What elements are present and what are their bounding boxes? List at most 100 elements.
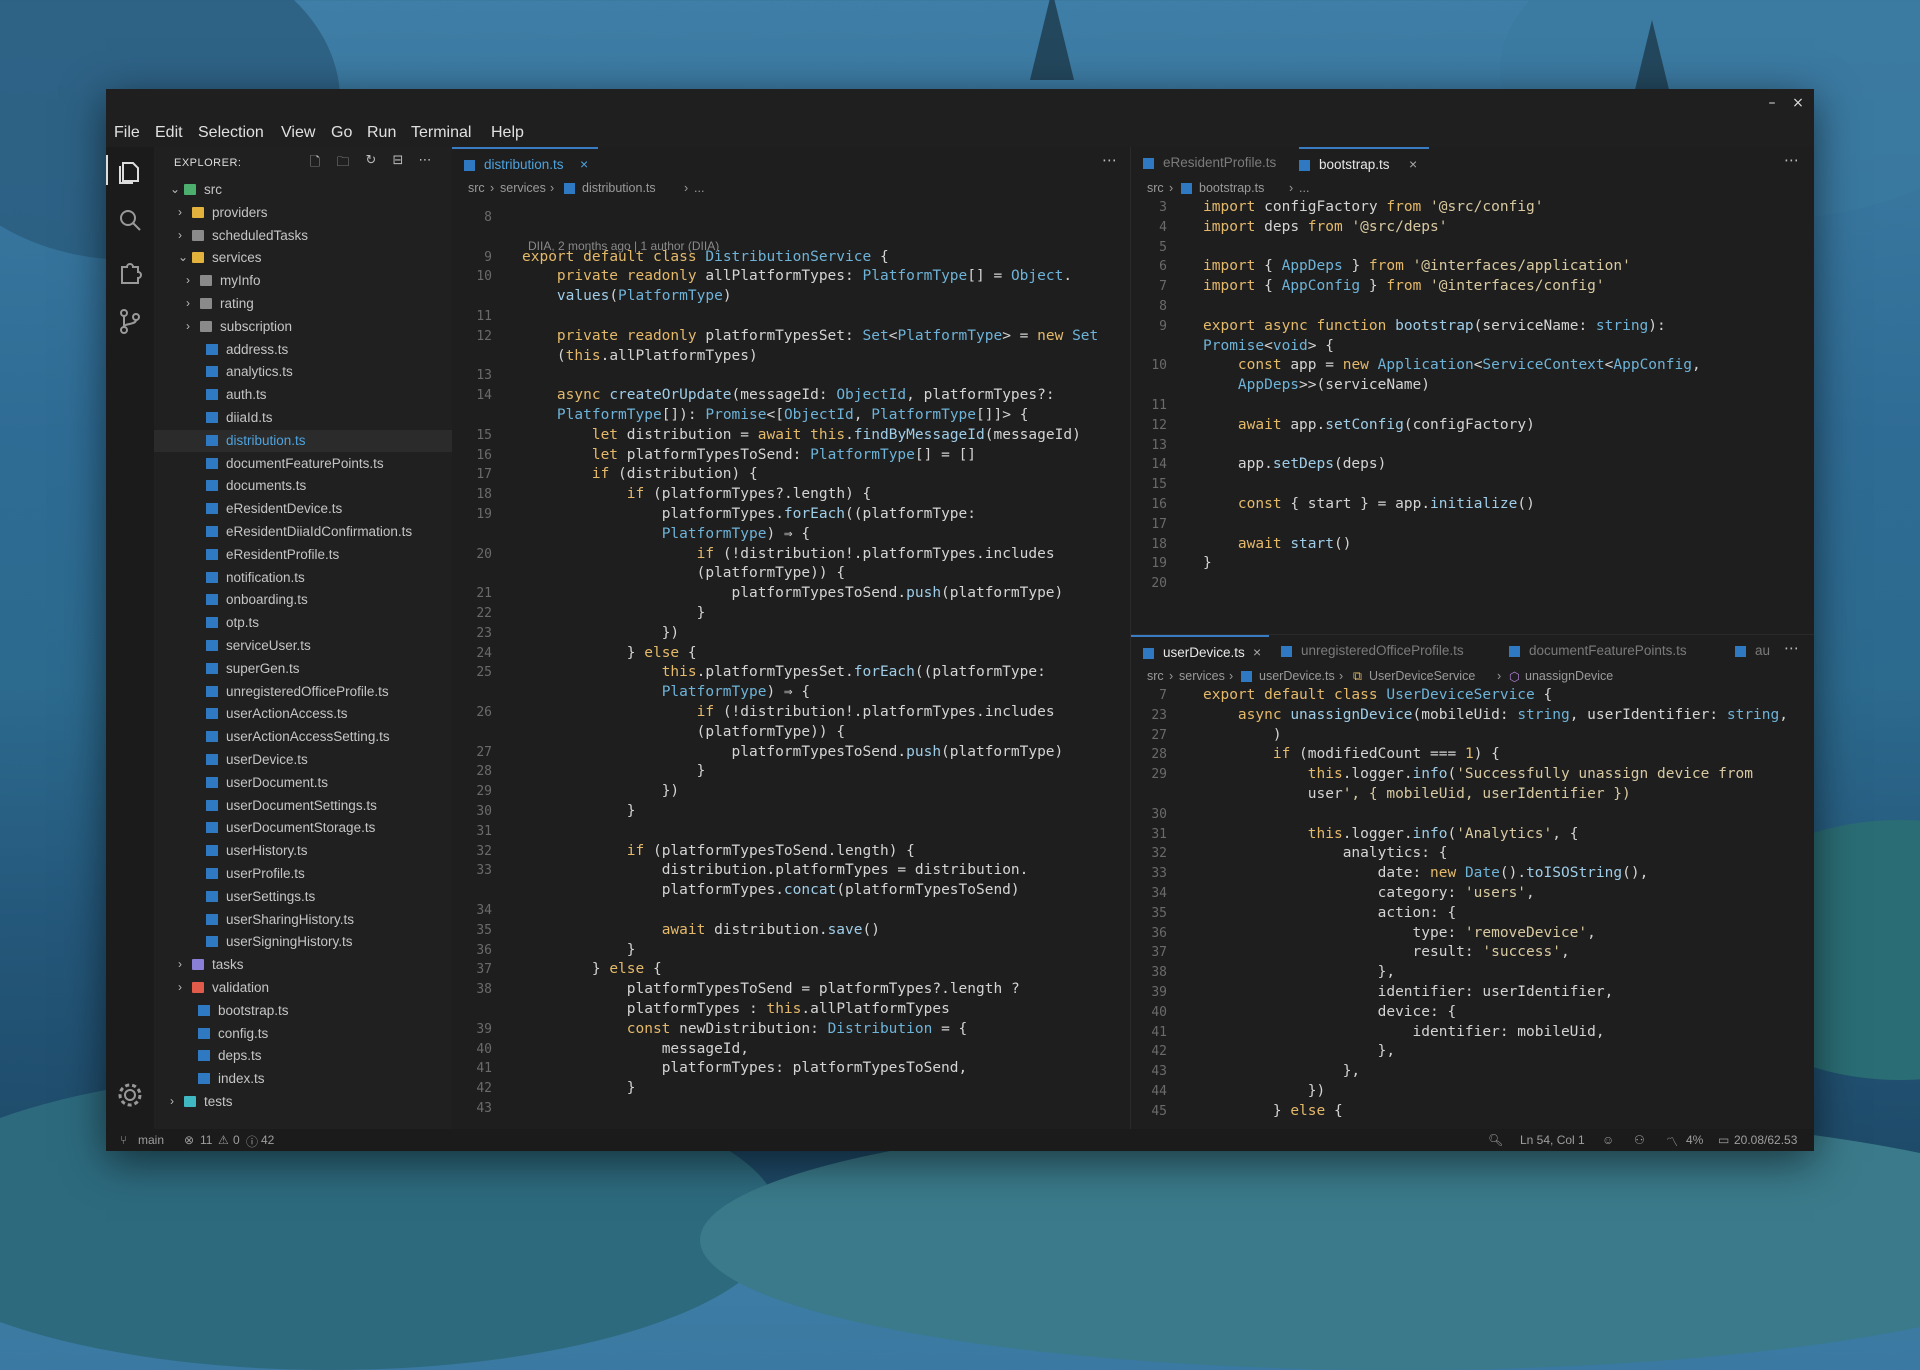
breadcrumb-file[interactable]: bootstrap.ts bbox=[1199, 181, 1264, 195]
tab-distribution[interactable]: distribution.ts × bbox=[452, 147, 598, 181]
code-line: (platformType)) { bbox=[696, 565, 846, 582]
close-button[interactable]: × bbox=[1788, 93, 1808, 113]
file-label: documents.ts bbox=[226, 478, 307, 494]
folder-item[interactable]: › tests bbox=[154, 1091, 452, 1113]
breadcrumb-method[interactable]: unassignDevice bbox=[1525, 669, 1613, 683]
git-branch[interactable]: main bbox=[138, 1133, 164, 1147]
zoom-icon[interactable]: 🔍︎ bbox=[1488, 1133, 1503, 1147]
file-item[interactable]: otp.ts bbox=[154, 612, 452, 634]
minimize-button[interactable]: – bbox=[1762, 93, 1782, 113]
search-icon[interactable] bbox=[114, 205, 146, 237]
menu-edit[interactable]: Edit bbox=[155, 124, 183, 142]
file-item[interactable]: userActionAccessSetting.ts bbox=[154, 726, 452, 748]
more-actions-icon[interactable]: ⋯ bbox=[1784, 639, 1799, 657]
file-item[interactable]: index.ts bbox=[154, 1068, 452, 1090]
file-item[interactable]: userActionAccess.ts bbox=[154, 703, 452, 725]
new-file-icon[interactable]: 🗋 bbox=[306, 153, 324, 171]
close-tab-icon[interactable]: × bbox=[580, 156, 588, 172]
breadcrumb-src[interactable]: src bbox=[468, 181, 485, 195]
tab-userdevice[interactable]: userDevice.ts × bbox=[1131, 635, 1269, 669]
file-item[interactable]: eResidentDiiaIdConfirmation.ts bbox=[154, 521, 452, 543]
folder-item[interactable]: ⌄ services bbox=[154, 247, 452, 269]
file-item[interactable]: serviceUser.ts bbox=[154, 635, 452, 657]
folder-item[interactable]: › providers bbox=[154, 202, 452, 224]
tab-eresidentprofile[interactable]: eResidentProfile.ts bbox=[1131, 147, 1299, 179]
error-count[interactable]: 11 bbox=[200, 1133, 212, 1147]
folder-item[interactable]: › subscription bbox=[154, 316, 452, 338]
menu-view[interactable]: View bbox=[281, 124, 315, 142]
more-actions-icon[interactable]: ⋯ bbox=[1102, 151, 1117, 169]
menu-terminal[interactable]: Terminal bbox=[411, 124, 471, 142]
breadcrumb-src[interactable]: src bbox=[1147, 669, 1164, 683]
folder-item[interactable]: › validation bbox=[154, 977, 452, 999]
more-actions-icon[interactable]: ⋯ bbox=[416, 153, 434, 171]
tab-au[interactable]: au bbox=[1723, 635, 1773, 667]
folder-item[interactable]: › scheduledTasks bbox=[154, 225, 452, 247]
file-item[interactable]: eResidentDevice.ts bbox=[154, 498, 452, 520]
menu-selection[interactable]: Selection bbox=[198, 124, 264, 142]
file-item[interactable]: userHistory.ts bbox=[154, 840, 452, 862]
file-item[interactable]: onboarding.ts bbox=[154, 589, 452, 611]
files-icon[interactable] bbox=[114, 155, 146, 187]
file-item[interactable]: unregisteredOfficeProfile.ts bbox=[154, 681, 452, 703]
close-tab-icon[interactable]: × bbox=[1253, 644, 1261, 660]
file-item[interactable]: distribution.ts bbox=[154, 429, 452, 452]
copilot-icon[interactable]: ☺ bbox=[1602, 1133, 1614, 1147]
file-item[interactable]: deps.ts bbox=[154, 1045, 452, 1067]
folder-item[interactable]: › rating bbox=[154, 293, 452, 315]
line-number: 45 bbox=[1151, 1103, 1167, 1119]
file-item[interactable]: userSharingHistory.ts bbox=[154, 909, 452, 931]
file-item[interactable]: bootstrap.ts bbox=[154, 1000, 452, 1022]
file-item[interactable]: analytics.ts bbox=[154, 361, 452, 383]
more-actions-icon[interactable]: ⋯ bbox=[1784, 151, 1799, 169]
extensions-icon[interactable] bbox=[114, 255, 146, 287]
code-line: if (distribution) { bbox=[591, 466, 758, 483]
file-item[interactable]: superGen.ts bbox=[154, 658, 452, 680]
file-item[interactable]: userDevice.ts bbox=[154, 749, 452, 771]
menu-run[interactable]: Run bbox=[367, 124, 396, 142]
file-item[interactable]: documentFeaturePoints.ts bbox=[154, 453, 452, 475]
file-item[interactable]: eResidentProfile.ts bbox=[154, 544, 452, 566]
breadcrumb-more[interactable]: ... bbox=[1299, 181, 1309, 195]
folder-item[interactable]: › tasks bbox=[154, 954, 452, 976]
menu-help[interactable]: Help bbox=[491, 124, 524, 142]
cursor-position[interactable]: Ln 54, Col 1 bbox=[1520, 1133, 1585, 1147]
menu-go[interactable]: Go bbox=[331, 124, 352, 142]
source-control-icon[interactable] bbox=[114, 305, 146, 337]
settings-gear-icon[interactable] bbox=[114, 1079, 146, 1111]
typescript-file-icon bbox=[206, 890, 218, 902]
collapse-all-icon[interactable]: ⊟ bbox=[389, 153, 407, 171]
breadcrumb-src[interactable]: src bbox=[1147, 181, 1164, 195]
file-item[interactable]: userDocument.ts bbox=[154, 772, 452, 794]
folder-item[interactable]: ⌄ src bbox=[154, 179, 452, 201]
file-item[interactable]: userDocumentSettings.ts bbox=[154, 795, 452, 817]
menu-file[interactable]: File bbox=[114, 124, 140, 142]
info-count[interactable]: 42 bbox=[261, 1133, 274, 1147]
refresh-icon[interactable]: ↻ bbox=[362, 153, 380, 171]
close-tab-icon[interactable]: × bbox=[1409, 156, 1417, 172]
account-icon[interactable]: ⚇ bbox=[1634, 1133, 1645, 1147]
new-folder-icon[interactable]: 🗀 bbox=[334, 153, 352, 171]
breadcrumb-file[interactable]: userDevice.ts bbox=[1259, 669, 1335, 683]
file-item[interactable]: notification.ts bbox=[154, 567, 452, 589]
tab-bootstrap[interactable]: bootstrap.ts × bbox=[1299, 147, 1429, 181]
typescript-file-icon bbox=[206, 412, 218, 423]
file-item[interactable]: diiaId.ts bbox=[154, 407, 452, 429]
file-item[interactable]: config.ts bbox=[154, 1023, 452, 1045]
file-item[interactable]: auth.ts bbox=[154, 384, 452, 406]
breadcrumb-services[interactable]: services bbox=[500, 181, 546, 195]
breadcrumb-class[interactable]: UserDeviceService bbox=[1369, 669, 1475, 683]
file-item[interactable]: documents.ts bbox=[154, 475, 452, 497]
breadcrumb-file[interactable]: distribution.ts bbox=[582, 181, 656, 195]
breadcrumb-services[interactable]: services bbox=[1179, 669, 1225, 683]
warning-count[interactable]: 0 bbox=[233, 1133, 240, 1147]
tab-unregisteredofficeprofile[interactable]: unregisteredOfficeProfile.ts bbox=[1269, 635, 1497, 667]
file-item[interactable]: userDocumentStorage.ts bbox=[154, 817, 452, 839]
tab-documentfeaturepoints[interactable]: documentFeaturePoints.ts bbox=[1497, 635, 1723, 667]
file-item[interactable]: userProfile.ts bbox=[154, 863, 452, 885]
file-item[interactable]: userSigningHistory.ts bbox=[154, 931, 452, 953]
breadcrumb-more[interactable]: ... bbox=[694, 181, 704, 195]
file-item[interactable]: address.ts bbox=[154, 339, 452, 361]
folder-item[interactable]: › myInfo bbox=[154, 270, 452, 292]
file-item[interactable]: userSettings.ts bbox=[154, 886, 452, 908]
